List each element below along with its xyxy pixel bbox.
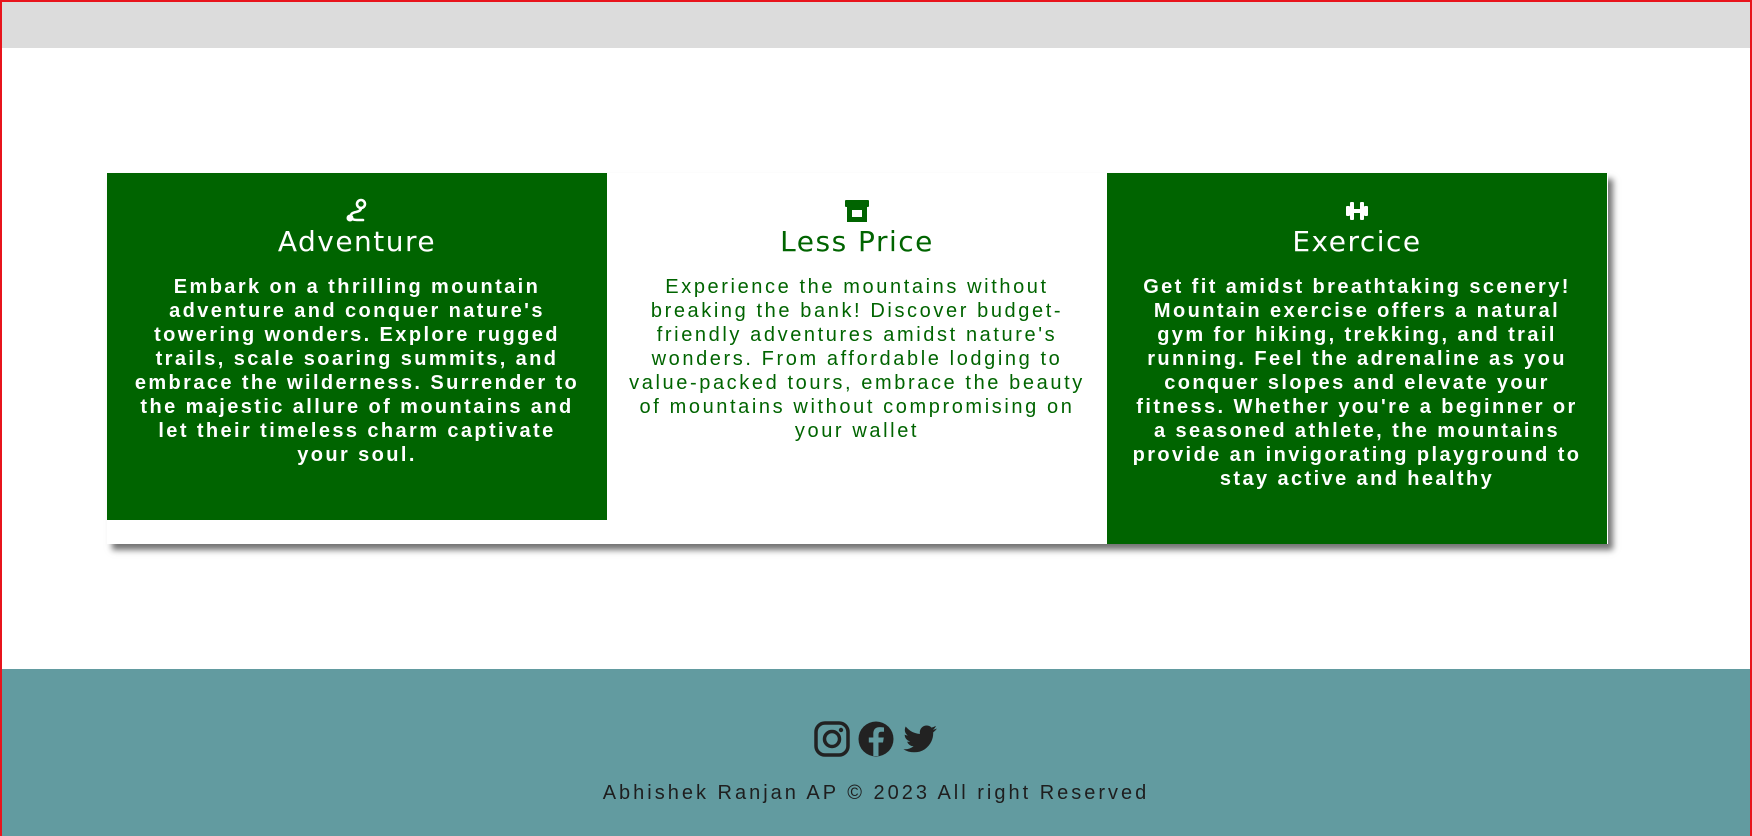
feature-card-less-price: Less Price Experience the mountains with… (607, 173, 1107, 544)
card-title: Adventure (277, 225, 437, 258)
features-section: Adventure Embark on a thrilling mountain… (107, 173, 1608, 544)
footer: Abhishek Ranjan AP © 2023 All right Rese… (2, 669, 1750, 836)
card-title: Exercice (1292, 225, 1422, 258)
social-links (813, 720, 939, 758)
instagram-icon[interactable] (813, 720, 851, 758)
facebook-icon[interactable] (857, 720, 895, 758)
feature-card-adventure: Adventure Embark on a thrilling mountain… (107, 173, 607, 520)
copyright-text: Abhishek Ranjan AP © 2023 All right Rese… (602, 782, 1150, 804)
card-description: Experience the mountains without breakin… (629, 276, 1085, 442)
card-description: Get fit amidst breathtaking scenery! Mou… (1132, 276, 1582, 490)
twitter-icon[interactable] (901, 720, 939, 758)
card-title: Less Price (780, 225, 934, 258)
top-bar (2, 2, 1750, 48)
store-icon (845, 200, 869, 222)
dumbbell-icon (1346, 202, 1368, 220)
feature-card-exercice: Exercice Get fit amidst breathtaking sce… (1107, 173, 1607, 544)
card-description: Embark on a thrilling mountain adventure… (134, 276, 580, 466)
route-icon (346, 198, 367, 222)
